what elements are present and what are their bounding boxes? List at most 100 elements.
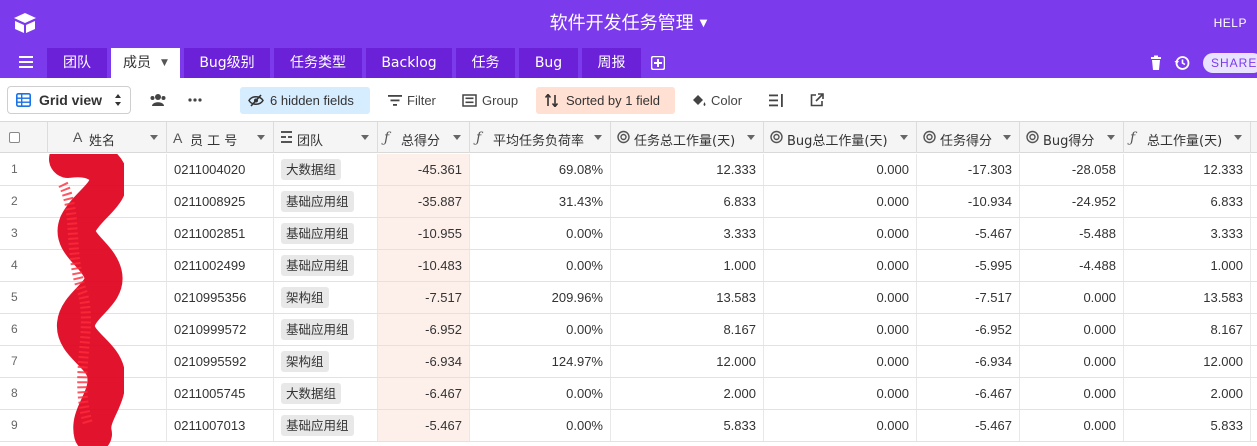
employee-id-cell[interactable]: 0210995356 <box>167 282 274 313</box>
task-score-cell[interactable]: -7.517 <box>917 282 1020 313</box>
team-cell[interactable]: 大数据组 <box>274 154 378 185</box>
tab-task-type[interactable]: 任务类型 <box>274 48 362 78</box>
team-tag[interactable]: 大数据组 <box>281 159 342 180</box>
team-tag[interactable]: 基础应用组 <box>281 255 354 276</box>
task-score-cell[interactable]: -5.995 <box>917 250 1020 281</box>
chevron-down-icon[interactable] <box>453 135 461 140</box>
add-table-icon[interactable] <box>651 56 665 70</box>
table-row[interactable]: 7 0210995592 架构组 -6.934 124.97% 12.000 0.000 -6… <box>0 346 1257 378</box>
avg-load-cell[interactable]: 209.96% <box>470 282 611 313</box>
team-tag[interactable]: 基础应用组 <box>281 223 354 244</box>
avg-load-cell[interactable]: 0.00% <box>470 410 611 441</box>
total-workload-cell[interactable]: 6.833 <box>1124 186 1251 217</box>
avg-load-cell[interactable]: 0.00% <box>470 250 611 281</box>
total-workload-cell[interactable]: 12.000 <box>1124 346 1251 377</box>
table-row[interactable]: 5 0210995356 架构组 -7.517 209.96% 13.583 0.000 -7… <box>0 282 1257 314</box>
employee-id-cell[interactable]: 0211004020 <box>167 154 274 185</box>
row-number[interactable]: 4 <box>0 250 48 281</box>
trash-icon[interactable] <box>1148 55 1164 71</box>
chevron-down-icon[interactable] <box>1107 135 1115 140</box>
team-tag[interactable]: 基础应用组 <box>281 319 354 340</box>
task-score-cell[interactable]: -6.467 <box>917 378 1020 409</box>
table-row[interactable]: 3 0211002851 基础应用组 -10.955 0.00% 3.333 0.000 -5… <box>0 218 1257 250</box>
chevron-down-icon[interactable] <box>594 135 602 140</box>
total-score-cell[interactable]: -35.887 <box>378 186 470 217</box>
total-score-cell[interactable]: -6.467 <box>378 378 470 409</box>
header-total-score[interactable]: ƒ 总得分 <box>378 122 470 153</box>
table-row[interactable]: 8 0211005745 大数据组 -6.467 0.00% 2.000 0.000 -6.4… <box>0 378 1257 410</box>
task-score-cell[interactable]: -5.467 <box>917 218 1020 249</box>
filter-button[interactable]: Filter <box>387 87 447 114</box>
tab-bug[interactable]: Bug <box>519 48 578 78</box>
employee-id-cell[interactable]: 0210995592 <box>167 346 274 377</box>
table-row[interactable]: 9 0211007013 基础应用组 -5.467 0.00% 5.833 0.000 -5.… <box>0 410 1257 442</box>
total-workload-cell[interactable]: 5.833 <box>1124 410 1251 441</box>
task-workload-cell[interactable]: 6.833 <box>611 186 764 217</box>
team-cell[interactable]: 基础应用组 <box>274 218 378 249</box>
sort-button[interactable]: Sorted by 1 field <box>536 87 675 114</box>
team-cell[interactable]: 基础应用组 <box>274 314 378 345</box>
avg-load-cell[interactable]: 0.00% <box>470 378 611 409</box>
bug-workload-cell[interactable]: 0.000 <box>764 410 917 441</box>
bug-workload-cell[interactable]: 0.000 <box>764 154 917 185</box>
team-tag[interactable]: 基础应用组 <box>281 415 354 436</box>
task-score-cell[interactable]: -6.934 <box>917 346 1020 377</box>
bug-score-cell[interactable]: 0.000 <box>1020 378 1124 409</box>
row-number[interactable]: 7 <box>0 346 48 377</box>
header-team[interactable]: 团队 <box>274 122 378 153</box>
task-workload-cell[interactable]: 12.333 <box>611 154 764 185</box>
team-cell[interactable]: 基础应用组 <box>274 186 378 217</box>
row-number[interactable]: 2 <box>0 186 48 217</box>
task-workload-cell[interactable]: 1.000 <box>611 250 764 281</box>
team-cell[interactable]: 架构组 <box>274 346 378 377</box>
total-workload-cell[interactable]: 13.583 <box>1124 282 1251 313</box>
task-workload-cell[interactable]: 3.333 <box>611 218 764 249</box>
tab-bug-level[interactable]: Bug级别 <box>184 48 270 78</box>
row-height-icon[interactable] <box>769 94 784 107</box>
menu-icon[interactable] <box>19 56 33 68</box>
chevron-down-icon[interactable]: ▼ <box>161 58 168 68</box>
table-row[interactable]: 4 0211002499 基础应用组 -10.483 0.00% 1.000 0.000 -5… <box>0 250 1257 282</box>
bug-workload-cell[interactable]: 0.000 <box>764 186 917 217</box>
help-link[interactable]: HELP <box>1214 16 1247 30</box>
bug-workload-cell[interactable]: 0.000 <box>764 378 917 409</box>
chevron-down-icon[interactable] <box>1003 135 1011 140</box>
more-options-icon[interactable] <box>188 98 202 102</box>
employee-id-cell[interactable]: 0211007013 <box>167 410 274 441</box>
tab-tasks[interactable]: 任务 <box>456 48 515 78</box>
bug-score-cell[interactable]: 0.000 <box>1020 314 1124 345</box>
task-workload-cell[interactable]: 2.000 <box>611 378 764 409</box>
team-cell[interactable]: 基础应用组 <box>274 250 378 281</box>
bug-score-cell[interactable]: -4.488 <box>1020 250 1124 281</box>
tab-backlog[interactable]: Backlog <box>366 48 452 78</box>
header-bug-score[interactable]: Bug得分 <box>1020 122 1124 153</box>
share-view-icon[interactable] <box>810 93 824 107</box>
tab-members[interactable]: 成员 ▼ <box>111 48 180 78</box>
bug-workload-cell[interactable]: 0.000 <box>764 218 917 249</box>
team-cell[interactable]: 基础应用组 <box>274 410 378 441</box>
total-workload-cell[interactable]: 12.333 <box>1124 154 1251 185</box>
bug-score-cell[interactable]: 0.000 <box>1020 346 1124 377</box>
avg-load-cell[interactable]: 31.43% <box>470 186 611 217</box>
bug-score-cell[interactable]: 0.000 <box>1020 282 1124 313</box>
row-number[interactable]: 1 <box>0 154 48 185</box>
header-bug-workload[interactable]: Bug总工作量(天) <box>764 122 917 153</box>
row-number[interactable]: 6 <box>0 314 48 345</box>
avg-load-cell[interactable]: 69.08% <box>470 154 611 185</box>
table-row[interactable]: 6 0210999572 基础应用组 -6.952 0.00% 8.167 0.000 -6.… <box>0 314 1257 346</box>
employee-id-cell[interactable]: 0210999572 <box>167 314 274 345</box>
total-workload-cell[interactable]: 8.167 <box>1124 314 1251 345</box>
header-name[interactable]: A 姓名 <box>48 122 167 153</box>
total-score-cell[interactable]: -6.952 <box>378 314 470 345</box>
employee-id-cell[interactable]: 0211002499 <box>167 250 274 281</box>
tab-weekly-report[interactable]: 周报 <box>582 48 641 78</box>
team-cell[interactable]: 架构组 <box>274 282 378 313</box>
bug-workload-cell[interactable]: 0.000 <box>764 346 917 377</box>
collaborators-icon[interactable] <box>149 93 167 107</box>
total-score-cell[interactable]: -5.467 <box>378 410 470 441</box>
employee-id-cell[interactable]: 0211005745 <box>167 378 274 409</box>
chevron-down-icon[interactable] <box>257 135 265 140</box>
employee-id-cell[interactable]: 0211008925 <box>167 186 274 217</box>
task-score-cell[interactable]: -6.952 <box>917 314 1020 345</box>
share-button[interactable]: SHARE <box>1203 53 1257 73</box>
